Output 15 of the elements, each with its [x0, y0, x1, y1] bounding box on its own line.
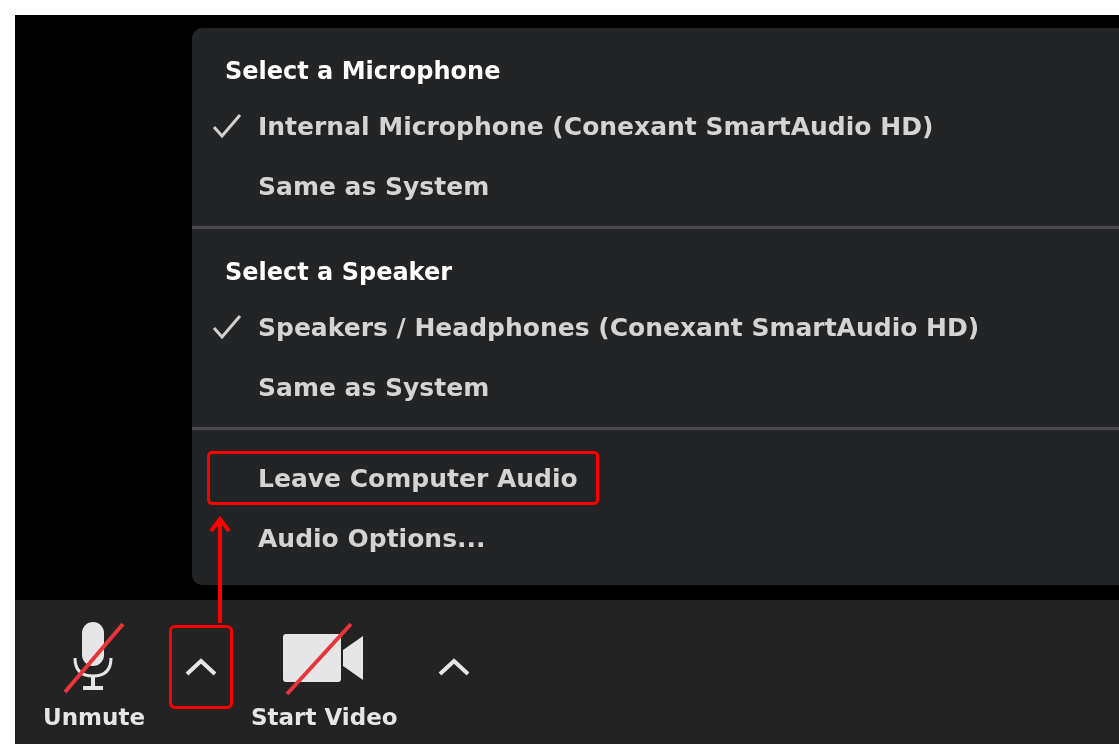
- menu-item[interactable]: Internal Microphone (Conexant SmartAudio HD): [207, 99, 955, 153]
- menu-item[interactable]: Speakers / Headphones (Conexant SmartAudio HD): [207, 300, 1001, 354]
- caret-icon: [436, 657, 471, 677]
- menu-item[interactable]: Same as System: [207, 360, 511, 414]
- caret-icon: [184, 657, 218, 677]
- menu-item[interactable]: Audio Options...: [207, 511, 507, 565]
- menu-item[interactable]: Leave Computer Audio: [207, 451, 599, 505]
- menu-item[interactable]: Same as System: [207, 159, 511, 213]
- checkmark-icon: [212, 314, 242, 340]
- menu-heading: Select a Speaker: [224, 257, 454, 288]
- audio-options-caret-button[interactable]: [169, 625, 233, 709]
- menu-heading: Select a Microphone: [224, 56, 502, 87]
- start-video-button[interactable]: Start Video: [251, 620, 398, 730]
- unmute-button[interactable]: Unmute: [43, 620, 145, 730]
- checkmark-icon: [212, 113, 242, 139]
